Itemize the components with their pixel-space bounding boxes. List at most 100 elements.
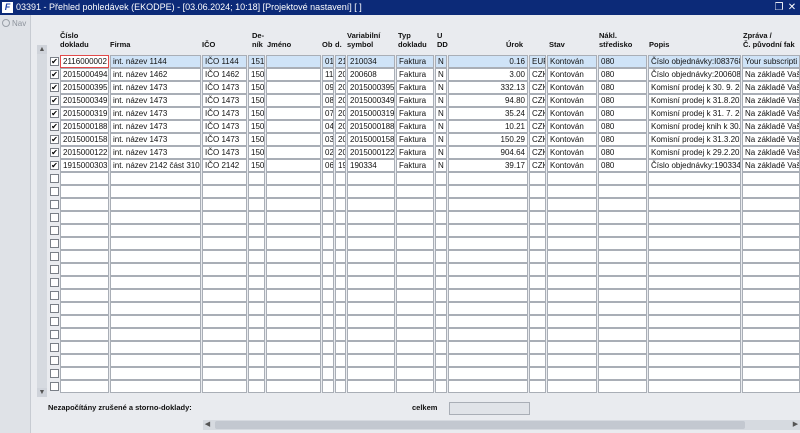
empty-row[interactable]: [48, 354, 800, 367]
cell-stav[interactable]: [547, 211, 597, 224]
cell-firma[interactable]: [110, 289, 201, 302]
cell-cislo-dokladu[interactable]: [60, 380, 109, 393]
cell-firma[interactable]: [110, 211, 201, 224]
cell-obdobi[interactable]: [322, 354, 334, 367]
cell-udd[interactable]: [435, 237, 447, 250]
cell-ico[interactable]: [202, 250, 247, 263]
cell-mena[interactable]: [529, 380, 546, 393]
cell-udd[interactable]: [435, 380, 447, 393]
cell-nakladove-stredisko[interactable]: 080: [598, 120, 647, 133]
row-checkbox[interactable]: [50, 304, 59, 313]
cell-obdobi[interactable]: [322, 328, 334, 341]
table-row[interactable]: ✔ 2116000002 int. název 1144 IČO 1144 151 01 2…: [48, 55, 800, 68]
cell-zprava[interactable]: Na základě Vaš: [742, 81, 800, 94]
cell-firma[interactable]: [110, 263, 201, 276]
cell-den[interactable]: 20: [335, 81, 346, 94]
cell-udd[interactable]: N: [435, 55, 447, 68]
empty-row[interactable]: [48, 172, 800, 185]
cell-ico[interactable]: IČO 1473: [202, 94, 247, 107]
cell-typ-dokladu[interactable]: [396, 341, 434, 354]
cell-jmeno[interactable]: [266, 81, 321, 94]
cell-urok[interactable]: [448, 341, 528, 354]
cell-typ-dokladu[interactable]: [396, 276, 434, 289]
cell-ico[interactable]: [202, 211, 247, 224]
cell-udd[interactable]: N: [435, 120, 447, 133]
cell-mena[interactable]: [529, 289, 546, 302]
cell-nakladove-stredisko[interactable]: 080: [598, 94, 647, 107]
column-header-obdobi[interactable]: Ob: [322, 40, 332, 49]
column-header-cislo-dokladu[interactable]: Číslo dokladu: [60, 31, 89, 49]
row-checkbox[interactable]: ✔: [50, 148, 59, 157]
table-row[interactable]: ✔ 2015000349 int. název 1473 IČO 1473 150 08 2…: [48, 94, 800, 107]
cell-zprava[interactable]: [742, 276, 800, 289]
empty-row[interactable]: [48, 302, 800, 315]
cell-jmeno[interactable]: [266, 380, 321, 393]
cell-udd[interactable]: [435, 185, 447, 198]
scroll-down-icon[interactable]: ▼: [37, 388, 47, 397]
cell-den[interactable]: [335, 367, 346, 380]
cell-urok[interactable]: 94.80: [448, 94, 528, 107]
column-header-ico[interactable]: IČO: [202, 40, 215, 49]
row-checkbox[interactable]: ✔: [50, 83, 59, 92]
cell-udd[interactable]: [435, 354, 447, 367]
cell-firma[interactable]: [110, 354, 201, 367]
cell-udd[interactable]: [435, 198, 447, 211]
cell-zprava[interactable]: [742, 185, 800, 198]
cell-variabilni-symbol[interactable]: [347, 276, 395, 289]
cell-nakladove-stredisko[interactable]: [598, 185, 647, 198]
cell-ico[interactable]: IČO 2142: [202, 159, 247, 172]
cell-obdobi[interactable]: [322, 185, 334, 198]
cell-typ-dokladu[interactable]: Faktura: [396, 94, 434, 107]
cell-urok[interactable]: [448, 328, 528, 341]
cell-cislo-dokladu[interactable]: 2015000122: [60, 146, 109, 159]
cell-popis[interactable]: Komisní prodej knih k 30.4.2: [648, 120, 741, 133]
row-checkbox[interactable]: ✔: [50, 70, 59, 79]
cell-popis[interactable]: [648, 302, 741, 315]
row-checkbox[interactable]: [50, 174, 59, 183]
cell-ico[interactable]: [202, 380, 247, 393]
cell-udd[interactable]: [435, 211, 447, 224]
cell-udd[interactable]: N: [435, 94, 447, 107]
cell-nakladove-stredisko[interactable]: [598, 328, 647, 341]
cell-variabilni-symbol[interactable]: [347, 263, 395, 276]
cell-mena[interactable]: [529, 341, 546, 354]
cell-stav[interactable]: Kontován: [547, 55, 597, 68]
cell-mena[interactable]: CZK: [529, 159, 546, 172]
cell-zprava[interactable]: [742, 354, 800, 367]
cell-variabilni-symbol[interactable]: [347, 367, 395, 380]
cell-typ-dokladu[interactable]: Faktura: [396, 146, 434, 159]
table-row[interactable]: ✔ 2015000395 int. název 1473 IČO 1473 150 09 2…: [48, 81, 800, 94]
cell-ico[interactable]: IČO 1473: [202, 81, 247, 94]
cell-typ-dokladu[interactable]: [396, 250, 434, 263]
cell-typ-dokladu[interactable]: Faktura: [396, 133, 434, 146]
cell-variabilni-symbol[interactable]: 2015000158: [347, 133, 395, 146]
cell-obdobi[interactable]: [322, 172, 334, 185]
row-checkbox[interactable]: ✔: [50, 109, 59, 118]
cell-stav[interactable]: [547, 185, 597, 198]
cell-zprava[interactable]: Your subscripti: [742, 55, 800, 68]
cell-urok[interactable]: [448, 211, 528, 224]
cell-typ-dokladu[interactable]: [396, 289, 434, 302]
empty-row[interactable]: [48, 276, 800, 289]
cell-typ-dokladu[interactable]: [396, 367, 434, 380]
cell-urok[interactable]: [448, 380, 528, 393]
cell-denik[interactable]: [248, 250, 265, 263]
cell-obdobi[interactable]: [322, 263, 334, 276]
cell-jmeno[interactable]: [266, 68, 321, 81]
row-checkbox[interactable]: [50, 226, 59, 235]
cell-nakladove-stredisko[interactable]: [598, 341, 647, 354]
cell-firma[interactable]: [110, 198, 201, 211]
empty-row[interactable]: [48, 328, 800, 341]
cell-ico[interactable]: IČO 1473: [202, 133, 247, 146]
cell-den[interactable]: [335, 328, 346, 341]
cell-nakladove-stredisko[interactable]: 080: [598, 68, 647, 81]
table-row[interactable]: ✔ 2015000122 int. název 1473 IČO 1473 150 02 2…: [48, 146, 800, 159]
cell-mena[interactable]: [529, 224, 546, 237]
cell-variabilni-symbol[interactable]: [347, 185, 395, 198]
cell-mena[interactable]: CZK: [529, 68, 546, 81]
cell-mena[interactable]: CZK: [529, 146, 546, 159]
cell-jmeno[interactable]: [266, 120, 321, 133]
cell-obdobi[interactable]: 06: [322, 159, 334, 172]
cell-obdobi[interactable]: [322, 198, 334, 211]
cell-jmeno[interactable]: [266, 172, 321, 185]
